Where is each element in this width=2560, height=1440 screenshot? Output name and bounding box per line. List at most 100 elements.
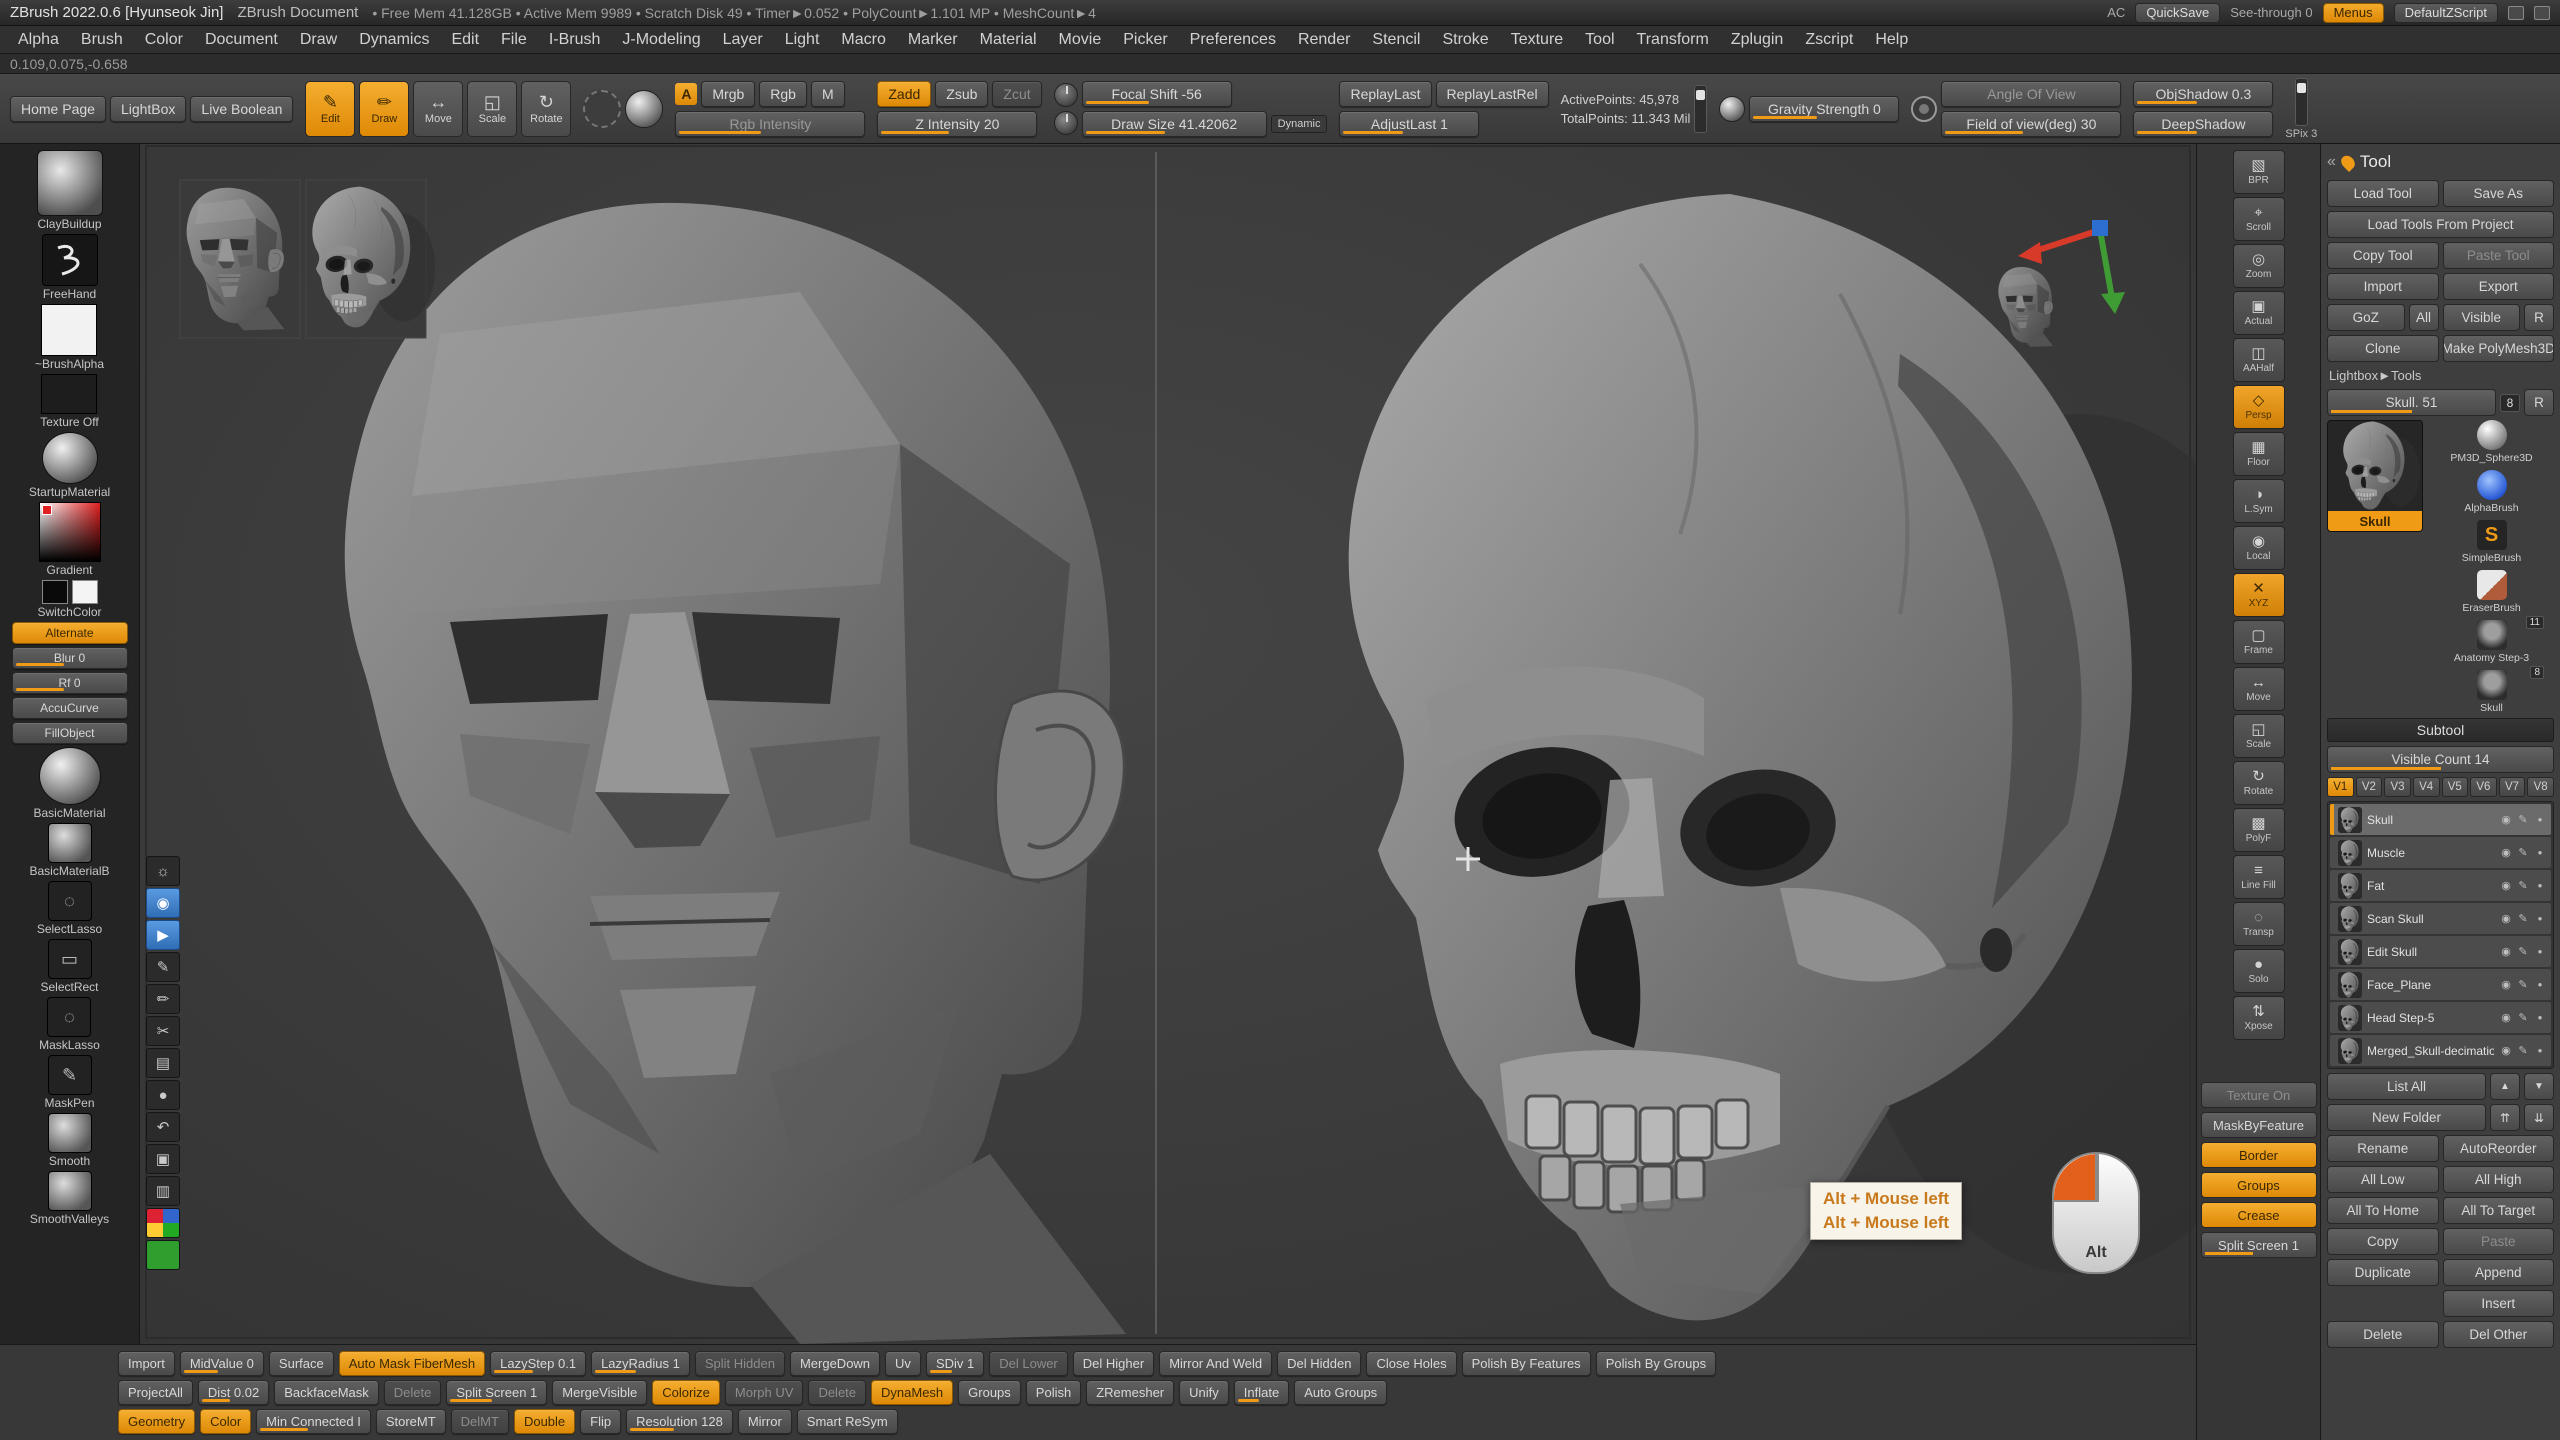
bottom-toolbar-button[interactable]: Mirror And Weld — [1159, 1351, 1272, 1376]
menu-item[interactable]: File — [491, 28, 537, 52]
viewport-icon-button[interactable]: ✕ XYZ — [2233, 573, 2285, 617]
mask-pen-item[interactable]: ✎ MaskPen — [44, 1055, 94, 1110]
subtool-action-button[interactable]: Duplicate — [2327, 1259, 2439, 1286]
bottom-toolbar-button[interactable]: Import — [118, 1351, 175, 1376]
bottom-toolbar-button[interactable]: DelMT — [451, 1409, 509, 1434]
current-tool-slider[interactable]: Skull. 51 — [2327, 389, 2496, 416]
active-tool-thumbnail[interactable]: Skull — [2327, 420, 2423, 532]
bottom-toolbar-button[interactable]: Polish By Features — [1462, 1351, 1591, 1376]
quick-tool-icon[interactable]: ▥ — [146, 1176, 180, 1206]
subtool-version-tab[interactable]: V3 — [2384, 777, 2411, 797]
viewport-icon-button[interactable]: ◫ AAHalf — [2233, 338, 2285, 382]
viewport-icon-button[interactable]: ↔ Move — [2233, 667, 2285, 711]
mask-lasso-icon[interactable]: ◌ — [47, 997, 91, 1037]
visibility-eye-icon[interactable] — [2499, 1044, 2513, 1058]
bottom-toolbar-button[interactable]: Auto Groups — [1294, 1380, 1387, 1405]
focal-knob-icon[interactable] — [1054, 83, 1078, 107]
subtool-action-button[interactable]: Insert — [2443, 1290, 2555, 1317]
sculpt-toggle-icon[interactable] — [2533, 945, 2547, 959]
menu-item[interactable]: Marker — [898, 28, 968, 52]
paint-toggle-icon[interactable] — [2516, 879, 2530, 893]
viewport-icon-button[interactable]: ▩ PolyF — [2233, 808, 2285, 852]
menu-item[interactable]: Help — [1865, 28, 1918, 52]
subtool-down-button[interactable] — [2524, 1073, 2554, 1100]
menu-item[interactable]: Light — [775, 28, 830, 52]
bottom-toolbar-button[interactable]: ProjectAll — [118, 1380, 193, 1405]
paint-toggle-icon[interactable] — [2516, 978, 2530, 992]
bottom-toolbar-button[interactable]: Surface — [269, 1351, 334, 1376]
default-zscript-button[interactable]: DefaultZScript — [2394, 3, 2498, 23]
secondary-color-swatch[interactable] — [72, 580, 98, 604]
tray-button[interactable]: Groups — [2201, 1172, 2317, 1198]
viewport-icon-button[interactable]: ◱ Scale — [2233, 714, 2285, 758]
collapse-panel-icon[interactable]: « — [2327, 153, 2336, 171]
menu-item[interactable]: Draw — [290, 28, 347, 52]
subtool-action-button[interactable]: All Low — [2327, 1166, 2439, 1193]
subtool-action-button[interactable]: AutoReorder — [2443, 1135, 2555, 1162]
select-rect-item[interactable]: ▭ SelectRect — [40, 939, 98, 994]
subtool-version-tab[interactable]: V6 — [2470, 777, 2497, 797]
transform-mode-button[interactable]: ↔ Move — [413, 81, 463, 137]
select-lasso-item[interactable]: ◌ SelectLasso — [37, 881, 102, 936]
subtool-up-button[interactable] — [2490, 1073, 2520, 1100]
bottom-toolbar-button[interactable]: Split Screen 1 — [446, 1380, 547, 1405]
smooth-thumbnail[interactable] — [48, 1113, 92, 1153]
material-thumbnail[interactable] — [42, 432, 98, 484]
menu-item[interactable]: Preferences — [1180, 28, 1286, 52]
basic-material-b-thumbnail[interactable] — [48, 823, 92, 863]
bottom-toolbar-button[interactable]: MidValue 0 — [180, 1351, 264, 1376]
bottom-toolbar-button[interactable]: Morph UV — [725, 1380, 804, 1405]
bottom-toolbar-button[interactable]: MergeVisible — [552, 1380, 647, 1405]
visibility-eye-icon[interactable] — [2499, 1011, 2513, 1025]
bottom-toolbar-button[interactable]: Smart ReSym — [797, 1409, 898, 1434]
save-as-button[interactable]: Save As — [2443, 180, 2555, 207]
menu-item[interactable]: Alpha — [8, 28, 69, 52]
menu-item[interactable]: Texture — [1501, 28, 1573, 52]
rf-slider[interactable]: Rf 0 — [12, 672, 128, 694]
subtool-row[interactable]: Muscle — [2330, 837, 2551, 868]
menu-item[interactable]: Zscript — [1795, 28, 1863, 52]
gravity-strength-slider[interactable]: Gravity Strength 0 — [1749, 96, 1899, 122]
visible-count-slider[interactable]: Visible Count 14 — [2327, 746, 2554, 773]
focal-shift-slider[interactable]: Focal Shift -56 — [1082, 81, 1232, 107]
sculpt-toggle-icon[interactable] — [2533, 813, 2547, 827]
quick-tool-icon[interactable]: ▶ — [146, 920, 180, 950]
bottom-toolbar-button[interactable]: Uv — [885, 1351, 921, 1376]
tool-thumbnail[interactable]: AlphaBrush — [2429, 470, 2554, 514]
select-rect-icon[interactable]: ▭ — [48, 939, 92, 979]
replay-last-button[interactable]: ReplayLast — [1339, 81, 1431, 107]
bottom-toolbar-button[interactable]: Mirror — [738, 1409, 792, 1434]
menu-item[interactable]: Stencil — [1362, 28, 1430, 52]
viewport-icon-button[interactable]: ▦ Floor — [2233, 432, 2285, 476]
bottom-toolbar-button[interactable]: ZRemesher — [1086, 1380, 1174, 1405]
bottom-toolbar-button[interactable]: Del Lower — [989, 1351, 1068, 1376]
bottom-toolbar-button[interactable]: Color — [200, 1409, 251, 1434]
quick-tool-icon[interactable]: ✂ — [146, 1016, 180, 1046]
menus-button[interactable]: Menus — [2323, 3, 2384, 23]
quick-tool-icon[interactable]: ↶ — [146, 1112, 180, 1142]
tray-button[interactable]: Crease — [2201, 1202, 2317, 1228]
alpha-thumbnail[interactable] — [41, 304, 97, 356]
subtool-row[interactable]: Merged_Skull-decimation2_5 — [2330, 1035, 2551, 1066]
tool-thumbnail[interactable]: EraserBrush — [2429, 570, 2554, 614]
accucurve-button[interactable]: AccuCurve — [12, 697, 128, 719]
tray-button[interactable]: Texture On — [2201, 1082, 2317, 1108]
sculpt-toggle-icon[interactable] — [2533, 978, 2547, 992]
sculpt-toggle-icon[interactable] — [2533, 1044, 2547, 1058]
subtool-row[interactable]: Edit Skull — [2330, 936, 2551, 967]
quicksave-button[interactable]: QuickSave — [2135, 3, 2220, 23]
visibility-eye-icon[interactable] — [2499, 912, 2513, 926]
bottom-toolbar-button[interactable]: Del Higher — [1073, 1351, 1154, 1376]
paint-toggle-icon[interactable] — [2516, 945, 2530, 959]
viewport-icon-button[interactable]: ▢ Frame — [2233, 620, 2285, 664]
sculpt-canvas[interactable]: ☼ ◉ ▶ ✎ — [140, 144, 2196, 1344]
menu-item[interactable]: Dynamics — [349, 28, 439, 52]
subtool-action-button[interactable]: Rename — [2327, 1135, 2439, 1162]
subtool-version-tab[interactable]: V2 — [2356, 777, 2383, 797]
menu-item[interactable]: I-Brush — [539, 28, 611, 52]
basic-material-b-item[interactable]: BasicMaterialB — [29, 823, 109, 878]
bottom-toolbar-button[interactable]: StoreMT — [376, 1409, 446, 1434]
menu-item[interactable]: J-Modeling — [612, 28, 710, 52]
viewport-icon-button[interactable]: ● Solo — [2233, 949, 2285, 993]
field-of-view-slider[interactable]: Field of view(deg) 30 — [1941, 111, 2121, 137]
